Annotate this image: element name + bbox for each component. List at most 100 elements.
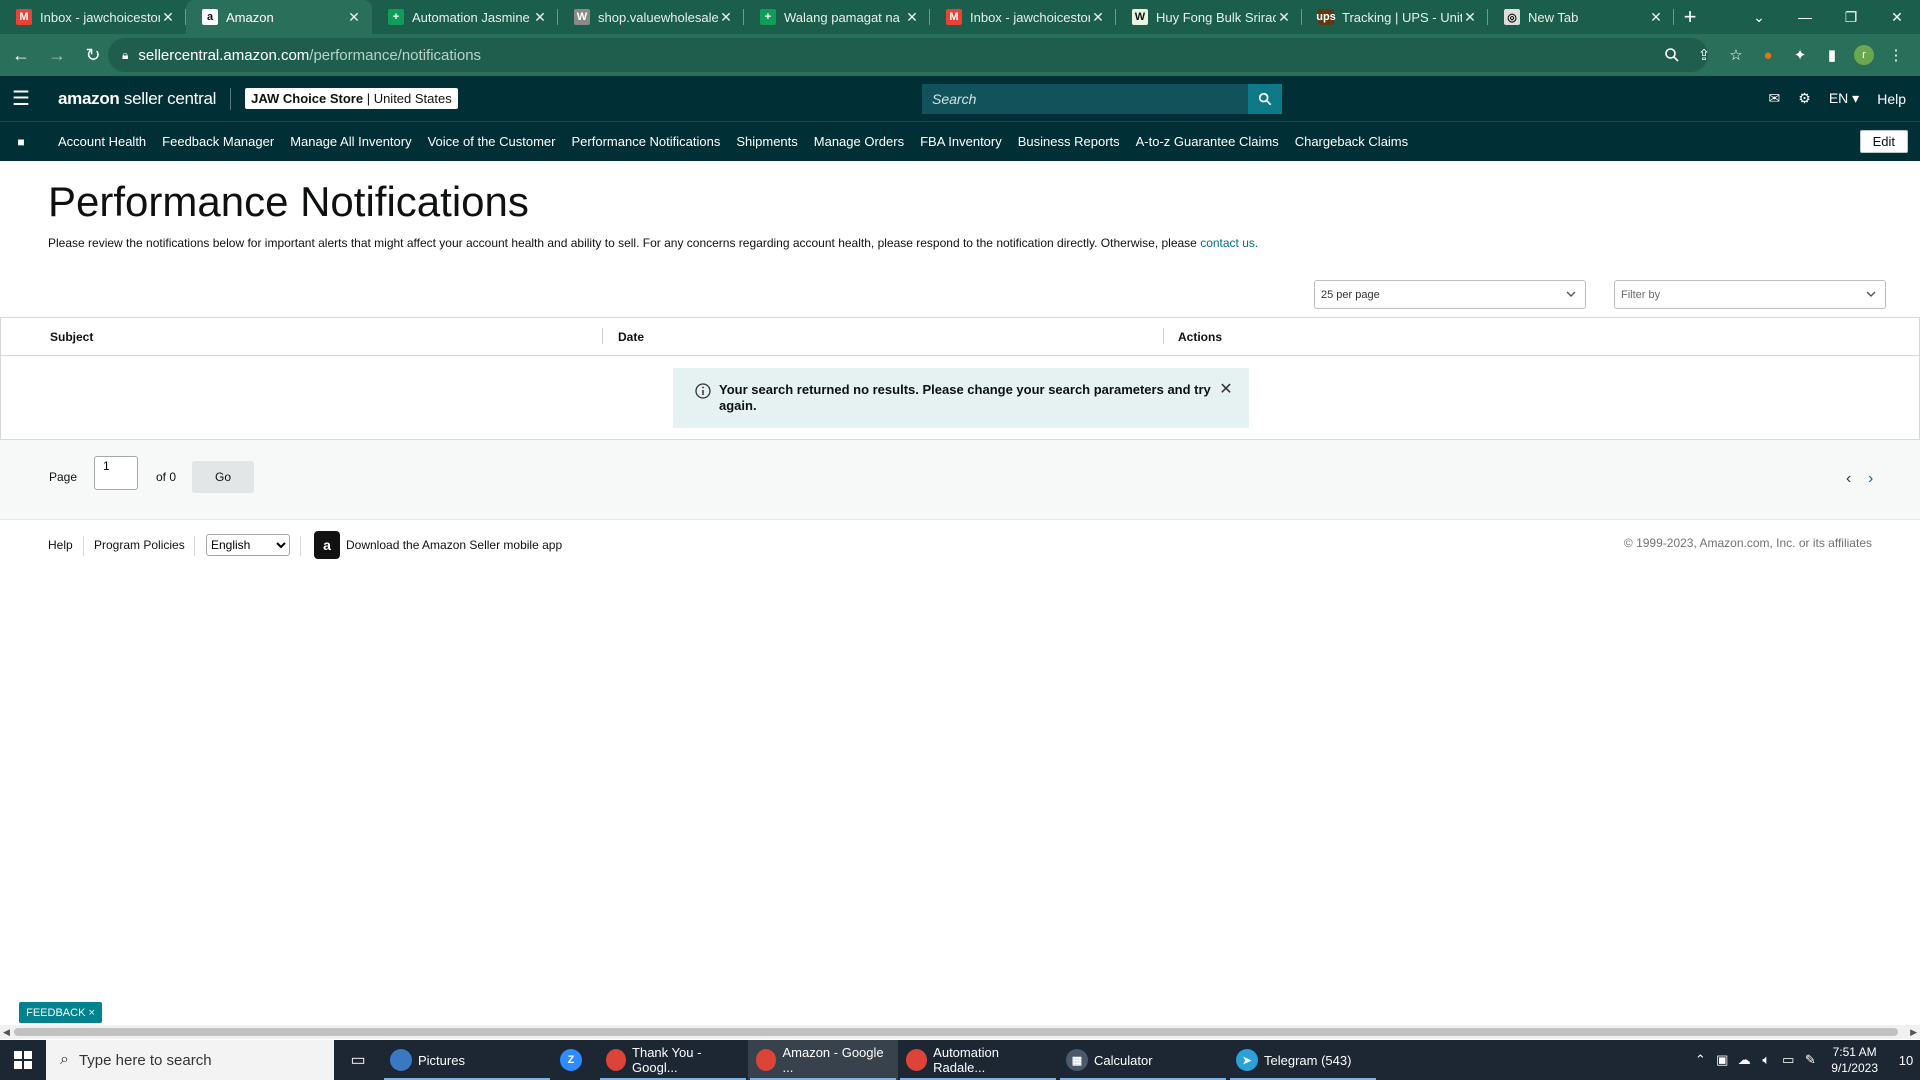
browser-tab[interactable]: M Inbox - jawchoicestore ✕ — [0, 0, 186, 34]
browser-menu-icon[interactable]: ⋮ — [1880, 40, 1912, 70]
new-tab-button[interactable]: + — [1674, 0, 1706, 34]
language-selector[interactable]: EN ▾ — [1829, 90, 1859, 107]
download-app-link[interactable]: Download the Amazon Seller mobile app — [346, 538, 562, 552]
browser-tab[interactable]: ups Tracking | UPS - United✕ — [1302, 0, 1488, 34]
page-number-input[interactable] — [94, 456, 138, 490]
search-input[interactable] — [922, 84, 1248, 114]
footer: Help Program Policies English a Download… — [0, 528, 1920, 562]
extensions-puzzle-icon[interactable]: ✦ — [1784, 40, 1816, 70]
close-window-button[interactable]: ✕ — [1874, 0, 1920, 34]
horizontal-scrollbar[interactable]: ◀ ▶ — [0, 1025, 1920, 1039]
nav-item[interactable]: FBA Inventory — [920, 134, 1002, 149]
close-tab-icon[interactable]: ✕ — [1090, 9, 1106, 26]
search-button[interactable] — [1248, 84, 1282, 114]
column-subject[interactable]: Subject — [50, 330, 93, 344]
nav-item[interactable]: A-to-z Guarantee Claims — [1136, 134, 1279, 149]
nav-item[interactable]: Shipments — [736, 134, 797, 149]
forward-icon[interactable]: → — [42, 40, 72, 70]
mail-icon[interactable]: ✉ — [1769, 90, 1781, 107]
scrollbar-thumb[interactable] — [14, 1028, 1898, 1036]
close-tab-icon[interactable]: ✕ — [346, 9, 362, 26]
amazon-app-icon[interactable]: a — [314, 531, 340, 559]
chevron-right-icon[interactable]: › — [1868, 470, 1873, 488]
back-icon[interactable]: ← — [6, 40, 36, 70]
taskbar-search[interactable]: ⌕ Type here to search — [46, 1040, 334, 1080]
taskbar-app[interactable]: Amazon - Google ... — [748, 1040, 898, 1080]
feedback-button[interactable]: FEEDBACK × — [19, 1002, 102, 1023]
close-tab-icon[interactable]: ✕ — [1648, 9, 1664, 26]
address-bar[interactable]: 🔒︎ sellercentral.amazon.com/performance/… — [108, 38, 1708, 72]
taskbar-app[interactable]: Automation Radale... — [898, 1040, 1058, 1080]
zoom-icon[interactable] — [1656, 40, 1688, 70]
footer-divider — [194, 536, 195, 556]
chevron-left-icon[interactable]: ‹ — [1846, 470, 1851, 488]
nav-item[interactable]: Performance Notifications — [572, 134, 721, 149]
chevron-up-icon[interactable]: ⌃ — [1689, 1052, 1711, 1068]
scroll-right-icon[interactable]: ▶ — [1910, 1025, 1917, 1039]
close-tab-icon[interactable]: ✕ — [1276, 9, 1292, 26]
taskbar-app[interactable]: ➤ Telegram (543) — [1228, 1040, 1378, 1080]
browser-tab[interactable]: M Inbox - jawchoicestore ✕ — [930, 0, 1116, 34]
nav-item[interactable]: Business Reports — [1018, 134, 1120, 149]
close-tab-icon[interactable]: ✕ — [904, 9, 920, 26]
pen-icon[interactable]: ✎ — [1799, 1052, 1821, 1068]
tab-title: New Tab — [1528, 9, 1579, 25]
seller-central-logo[interactable]: amazon seller central — [58, 89, 216, 109]
close-tab-icon[interactable]: ✕ — [718, 9, 734, 26]
network-icon[interactable]: ▭ — [1777, 1052, 1799, 1068]
restore-button[interactable]: ❐ — [1828, 0, 1874, 34]
browser-tab[interactable]: W Huy Fong Bulk Sriracha✕ — [1116, 0, 1302, 34]
minimize-button[interactable]: — — [1782, 0, 1828, 34]
browser-tab[interactable]: a Amazon ✕ — [186, 0, 372, 34]
extension-honey-icon[interactable]: ● — [1752, 40, 1784, 70]
taskbar-app[interactable]: Pictures — [382, 1040, 552, 1080]
store-switcher[interactable]: JAW Choice Store | United States — [245, 88, 458, 109]
filter-select[interactable]: Filter by — [1614, 280, 1886, 309]
header-right: ✉ ⚙ EN ▾ Help — [1751, 76, 1906, 121]
onedrive-icon[interactable]: ☁ — [1733, 1052, 1755, 1068]
clock[interactable]: 7:51 AM 9/1/2023 — [1831, 1044, 1878, 1076]
per-page-select[interactable]: 25 per page — [1314, 280, 1586, 309]
close-tab-icon[interactable]: ✕ — [160, 9, 176, 26]
program-policies-link[interactable]: Program Policies — [94, 538, 185, 552]
share-icon[interactable]: ⇪ — [1688, 40, 1720, 70]
nav-item[interactable]: Voice of the Customer — [428, 134, 556, 149]
browser-tab[interactable]: ◎ New Tab ✕ — [1488, 0, 1674, 34]
settings-gear-icon[interactable]: ⚙ — [1798, 90, 1811, 107]
taskbar-app[interactable]: ▦ Calculator — [1058, 1040, 1228, 1080]
nav-item[interactable]: Chargeback Claims — [1295, 134, 1408, 149]
volume-icon[interactable]: 🔈︎ — [1755, 1052, 1777, 1068]
contact-us-link[interactable]: contact us. — [1200, 236, 1258, 250]
notification-center-icon[interactable]: 10 — [1892, 1040, 1920, 1080]
footer-language-select[interactable]: English — [206, 534, 290, 556]
bookmark-star-icon[interactable]: ☆ — [1720, 40, 1752, 70]
tab-search-icon[interactable]: ⌄ — [1736, 0, 1782, 34]
close-tab-icon[interactable]: ✕ — [1462, 9, 1478, 26]
nav-item[interactable]: Manage Orders — [814, 134, 904, 149]
taskbar-app[interactable]: Z — [552, 1040, 598, 1080]
close-tab-icon[interactable]: ✕ — [532, 9, 548, 26]
meet-icon[interactable]: ▣ — [1711, 1052, 1733, 1068]
footer-help-link[interactable]: Help — [48, 538, 73, 552]
nav-item[interactable]: Manage All Inventory — [290, 134, 411, 149]
browser-tab[interactable]: + Walang pamagat na sp ✕ — [744, 0, 930, 34]
profile-avatar[interactable]: r — [1848, 40, 1880, 70]
scroll-left-icon[interactable]: ◀ — [3, 1025, 10, 1039]
task-view-icon[interactable]: ▭ — [334, 1040, 382, 1080]
edit-nav-button[interactable]: Edit — [1859, 130, 1908, 153]
nav-item[interactable]: Feedback Manager — [162, 134, 274, 149]
reload-icon[interactable]: ↻ — [78, 40, 108, 70]
side-panel-icon[interactable]: ▮ — [1816, 40, 1848, 70]
nav-item[interactable]: Account Health — [58, 134, 146, 149]
hamburger-menu-icon[interactable]: ☰ — [0, 76, 42, 121]
browser-tab[interactable]: Wshop.valuewholesale.c ✕ — [558, 0, 744, 34]
go-button[interactable]: Go — [192, 461, 254, 493]
help-link[interactable]: Help — [1877, 91, 1906, 107]
telegram-icon: ➤ — [1236, 1049, 1258, 1071]
close-icon[interactable]: ✕ — [1217, 382, 1235, 398]
bookmark-icon[interactable]: ■ — [0, 135, 42, 149]
taskbar-app[interactable]: Thank You - Googl... — [598, 1040, 748, 1080]
windows-start-icon[interactable] — [0, 1040, 46, 1080]
browser-tab[interactable]: + Automation Jasmine W✕ — [372, 0, 558, 34]
column-date[interactable]: Date — [618, 330, 644, 344]
